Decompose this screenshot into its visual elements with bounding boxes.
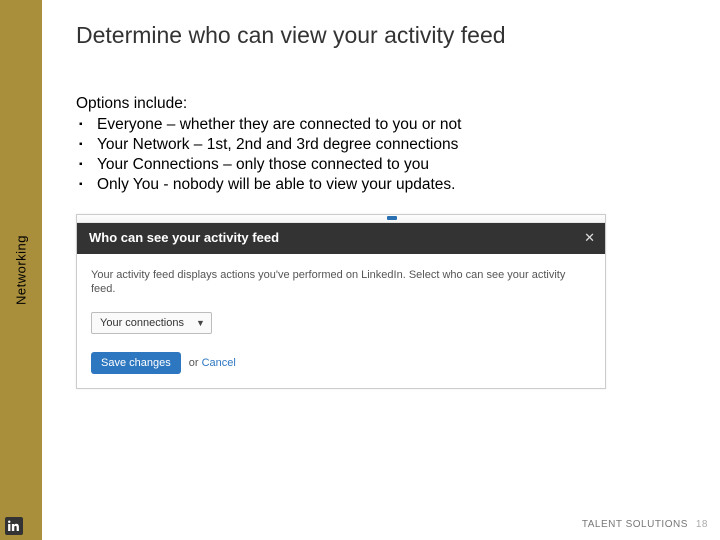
list-item: Everyone – whether they are connected to… <box>79 115 686 135</box>
list-item: Your Connections – only those connected … <box>79 155 686 175</box>
chevron-down-icon: ▼ <box>196 318 205 328</box>
options-list: Everyone – whether they are connected to… <box>76 115 686 196</box>
linkedin-icon <box>5 517 23 535</box>
settings-modal: Who can see your activity feed ✕ Your ac… <box>76 214 606 390</box>
modal-description: Your activity feed displays actions you'… <box>91 268 591 297</box>
content: Determine who can view your activity fee… <box>42 0 720 540</box>
sidebar: Networking <box>0 0 42 540</box>
intro-text: Options include: <box>76 95 686 113</box>
footer-brand: TALENT SOLUTIONS <box>582 519 688 530</box>
slide: Networking Determine who can view your a… <box>0 0 720 540</box>
slide-footer: TALENT SOLUTIONS 18 <box>42 519 720 530</box>
modal-top-strip <box>77 215 605 223</box>
sidebar-label: Networking <box>14 235 29 305</box>
modal-header: Who can see your activity feed ✕ <box>77 223 605 254</box>
save-button[interactable]: Save changes <box>91 352 181 374</box>
modal-footer: Save changes or Cancel <box>77 338 605 388</box>
cancel-group: or Cancel <box>189 357 236 369</box>
list-item: Your Network – 1st, 2nd and 3rd degree c… <box>79 135 686 155</box>
modal-title: Who can see your activity feed <box>89 230 279 245</box>
close-icon[interactable]: ✕ <box>584 230 595 246</box>
list-item: Only You - nobody will be able to view y… <box>79 175 686 195</box>
modal-body: Your activity feed displays actions you'… <box>77 254 605 339</box>
dropdown-value: Your connections <box>100 317 184 329</box>
cancel-prefix: or <box>189 357 202 369</box>
cancel-link[interactable]: Cancel <box>202 357 236 369</box>
page-title: Determine who can view your activity fee… <box>76 22 686 49</box>
visibility-dropdown[interactable]: Your connections ▼ <box>91 312 212 334</box>
page-number: 18 <box>696 519 708 530</box>
decorative-strip <box>387 216 397 220</box>
